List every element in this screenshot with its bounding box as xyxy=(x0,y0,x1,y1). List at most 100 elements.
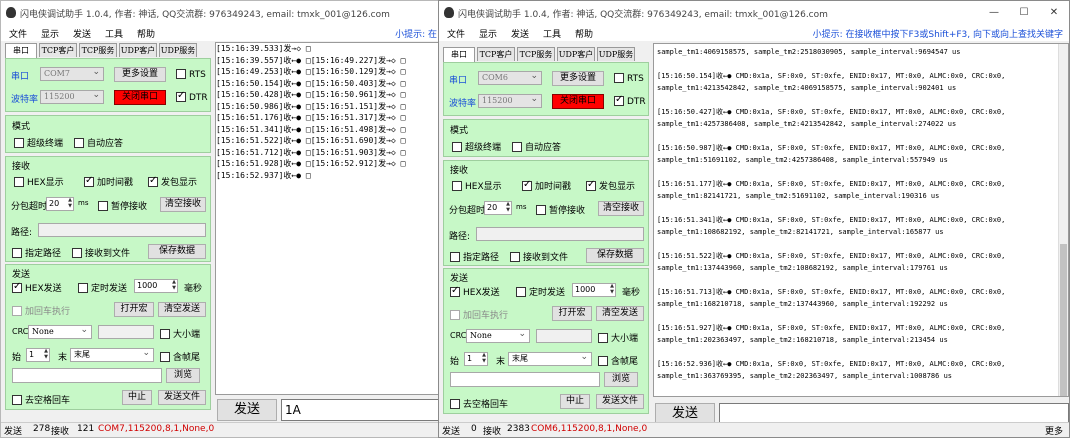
send-file-button[interactable]: 发送文件 xyxy=(158,390,206,405)
auto-reply-checkbox[interactable]: 自动应答 xyxy=(512,140,561,153)
send-button[interactable]: 发送 xyxy=(217,399,277,421)
close-icon[interactable]: ✕ xyxy=(1045,5,1063,21)
timed-send-checkbox[interactable]: 定时发送 xyxy=(516,285,565,298)
split-timeout-input[interactable]: 20 xyxy=(46,197,74,211)
more-settings-button[interactable]: 更多设置 xyxy=(114,67,166,82)
remove-spaces-checkbox[interactable]: 去空格回车 xyxy=(12,393,70,406)
scrollbar-thumb[interactable] xyxy=(1060,244,1067,396)
hex-display-checkbox[interactable]: HEX显示 xyxy=(452,179,502,192)
timed-interval-input[interactable]: 1000 xyxy=(572,283,616,297)
tab-tcp-client[interactable]: TCP客户 xyxy=(39,43,77,57)
auto-reply-checkbox[interactable]: 自动应答 xyxy=(74,136,123,149)
add-crlf-checkbox[interactable]: 加回车执行 xyxy=(450,308,508,321)
send-file-button[interactable]: 发送文件 xyxy=(596,394,644,409)
timed-send-checkbox[interactable]: 定时发送 xyxy=(78,281,127,294)
tab-serial[interactable]: 串口 xyxy=(443,47,475,62)
menu-view[interactable]: 显示 xyxy=(479,27,497,40)
file-path-input[interactable] xyxy=(12,368,162,383)
interrupt-button[interactable]: 中止 xyxy=(560,394,590,409)
dtr-checkbox[interactable]: DTR xyxy=(176,90,208,104)
start-input[interactable]: 1 xyxy=(464,352,488,366)
path-input[interactable] xyxy=(476,227,644,241)
include-tail-checkbox[interactable]: 含帧尾 xyxy=(598,354,638,367)
specify-path-checkbox[interactable]: 指定路径 xyxy=(450,250,499,263)
add-crlf-checkbox[interactable]: 加回车执行 xyxy=(12,304,70,317)
hex-send-checkbox[interactable]: HEX发送 xyxy=(12,281,62,294)
menu-file[interactable]: 文件 xyxy=(9,27,27,40)
tab-tcp-server[interactable]: TCP服务 xyxy=(517,47,555,61)
start-input[interactable]: 1 xyxy=(26,348,50,362)
port-select[interactable]: COM6 xyxy=(478,70,542,85)
close-port-button[interactable]: 关闭串口 xyxy=(114,90,166,105)
maximize-icon[interactable]: ☐ xyxy=(1015,5,1033,21)
menu-send[interactable]: 发送 xyxy=(73,27,91,40)
clear-receive-button[interactable]: 清空接收 xyxy=(598,201,644,216)
clear-send-button[interactable]: 清空发送 xyxy=(596,306,644,321)
menu-file[interactable]: 文件 xyxy=(447,27,465,40)
menu-view[interactable]: 显示 xyxy=(41,27,59,40)
timestamp-checkbox[interactable]: 加时间戳 xyxy=(84,175,133,188)
endian-checkbox[interactable]: 大小端 xyxy=(160,327,200,340)
receive-log[interactable]: [15:16:39.533]发→◇ □ [15:16:39.557]收←● □[1… xyxy=(215,42,439,395)
timestamp-checkbox[interactable]: 加时间戳 xyxy=(522,179,571,192)
clear-receive-button[interactable]: 清空接收 xyxy=(160,197,206,212)
super-terminal-checkbox[interactable]: 超级终端 xyxy=(14,136,63,149)
title-bar[interactable]: 闪电侠调试助手 1.0.4, 作者: 神话, QQ交流群: 976349243,… xyxy=(1,1,439,25)
tab-tcp-server[interactable]: TCP服务 xyxy=(79,43,117,57)
recv-to-file-checkbox[interactable]: 接收到文件 xyxy=(72,246,130,259)
endian-checkbox[interactable]: 大小端 xyxy=(598,331,638,344)
timed-interval-input[interactable]: 1000 xyxy=(134,279,178,293)
save-data-button[interactable]: 保存数据 xyxy=(148,244,206,259)
pause-receive-checkbox[interactable]: 暂停接收 xyxy=(98,199,147,212)
rts-checkbox[interactable]: RTS xyxy=(614,73,644,85)
open-macro-button[interactable]: 打开宏 xyxy=(114,302,154,317)
baud-select[interactable]: 115200 xyxy=(478,93,542,108)
menu-tools[interactable]: 工具 xyxy=(543,27,561,40)
remove-spaces-checkbox[interactable]: 去空格回车 xyxy=(450,397,508,410)
specify-path-checkbox[interactable]: 指定路径 xyxy=(12,246,61,259)
minimize-icon[interactable]: — xyxy=(985,5,1003,21)
interrupt-button[interactable]: 中止 xyxy=(122,390,152,405)
more-settings-button[interactable]: 更多设置 xyxy=(552,71,604,86)
tab-udp-server[interactable]: UDP服务 xyxy=(597,47,635,61)
browse-button[interactable]: 浏览 xyxy=(166,368,200,383)
show-sent-checkbox[interactable]: 发包显示 xyxy=(148,175,197,188)
menu-help[interactable]: 帮助 xyxy=(575,27,593,40)
browse-button[interactable]: 浏览 xyxy=(604,372,638,387)
crc-select[interactable]: None xyxy=(28,324,92,339)
split-timeout-input[interactable]: 20 xyxy=(484,201,512,215)
super-terminal-checkbox[interactable]: 超级终端 xyxy=(452,140,501,153)
port-select[interactable]: COM7 xyxy=(40,66,104,81)
menu-send[interactable]: 发送 xyxy=(511,27,529,40)
show-sent-checkbox[interactable]: 发包显示 xyxy=(586,179,635,192)
dtr-checkbox[interactable]: DTR xyxy=(614,94,646,108)
clear-send-button[interactable]: 清空发送 xyxy=(158,302,206,317)
menu-help[interactable]: 帮助 xyxy=(137,27,155,40)
file-path-input[interactable] xyxy=(450,372,600,387)
baud-select[interactable]: 115200 xyxy=(40,89,104,104)
save-data-button[interactable]: 保存数据 xyxy=(586,248,644,263)
tab-tcp-client[interactable]: TCP客户 xyxy=(477,47,515,61)
hex-display-checkbox[interactable]: HEX显示 xyxy=(14,175,64,188)
pause-receive-checkbox[interactable]: 暂停接收 xyxy=(536,203,585,216)
send-input[interactable]: 1A xyxy=(281,399,439,421)
tab-serial[interactable]: 串口 xyxy=(5,43,37,58)
end-select[interactable]: 末尾 xyxy=(508,351,592,366)
title-bar[interactable]: 闪电侠调试助手 1.0.4, 作者: 神话, QQ交流群: 976349243,… xyxy=(439,1,1069,25)
rts-checkbox[interactable]: RTS xyxy=(176,69,206,81)
open-macro-button[interactable]: 打开宏 xyxy=(552,306,592,321)
end-select[interactable]: 末尾 xyxy=(70,347,154,362)
recv-to-file-checkbox[interactable]: 接收到文件 xyxy=(510,250,568,263)
crc-select[interactable]: None xyxy=(466,328,530,343)
status-more-button[interactable]: 更多 xyxy=(1045,424,1063,437)
tab-udp-server[interactable]: UDP服务 xyxy=(159,43,197,57)
menu-tools[interactable]: 工具 xyxy=(105,27,123,40)
log-scrollbar[interactable] xyxy=(1058,44,1068,396)
include-tail-checkbox[interactable]: 含帧尾 xyxy=(160,350,200,363)
tab-udp-client[interactable]: UDP客户 xyxy=(557,47,595,61)
close-port-button[interactable]: 关闭串口 xyxy=(552,94,604,109)
path-input[interactable] xyxy=(38,223,206,237)
receive-log[interactable]: sample_tm1:4069158575, sample_tm2:251803… xyxy=(653,43,1069,397)
tab-udp-client[interactable]: UDP客户 xyxy=(119,43,157,57)
hex-send-checkbox[interactable]: HEX发送 xyxy=(450,285,500,298)
